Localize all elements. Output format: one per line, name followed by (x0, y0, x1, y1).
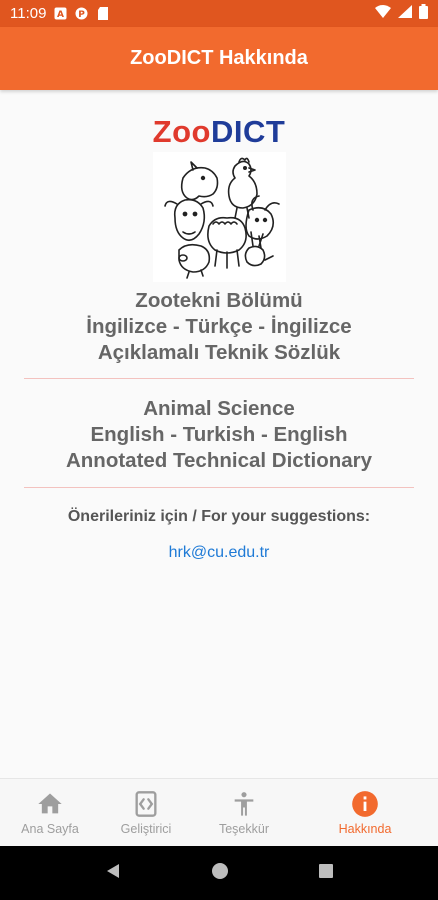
system-navigation-bar (0, 846, 438, 900)
recents-icon[interactable] (318, 863, 334, 884)
nav-label-home: Ana Sayfa (21, 822, 79, 836)
signal-icon (398, 5, 412, 22)
turkish-line-3: Açıklamalı Teknik Sözlük (97, 341, 341, 364)
nav-label-thanks: Teşekkür (218, 822, 270, 836)
info-icon (352, 791, 378, 817)
battery-icon (419, 4, 428, 23)
english-description: Animal Science English - Turkish - Engli… (0, 396, 438, 474)
english-line-3: Annotated Technical Dictionary (65, 449, 373, 472)
app-logo-title: ZooDICT (0, 114, 438, 150)
a-icon: A (54, 7, 67, 20)
status-bar: 11:09 A P (0, 0, 438, 27)
nav-item-developer[interactable]: Geliştirici (96, 779, 196, 847)
app-bar-title: ZooDICT Hakkında (130, 47, 308, 69)
back-icon[interactable] (104, 862, 122, 885)
about-content: ZooDICT Zootekni Bölümü İngilizce - Türk… (0, 90, 438, 778)
home-icon (38, 793, 62, 814)
nav-item-home[interactable]: Ana Sayfa (0, 779, 100, 847)
logo-zoo-text: Zoo (152, 114, 211, 149)
nav-item-about[interactable]: Hakkında (315, 779, 415, 847)
sd-card-icon (96, 7, 109, 20)
svg-text:P: P (79, 10, 86, 20)
svg-text:A: A (57, 10, 64, 20)
nav-label-about: Hakkında (338, 822, 392, 836)
english-line-2: English - Turkish - English (90, 423, 348, 446)
turkish-description: Zootekni Bölümü İngilizce - Türkçe - İng… (0, 288, 438, 366)
home-circle-icon[interactable] (211, 862, 229, 885)
turkish-line-2: İngilizce - Türkçe - İngilizce (86, 315, 352, 338)
wifi-icon (375, 5, 391, 22)
nav-label-developer: Geliştirici (120, 822, 172, 836)
turkish-line-1: Zootekni Bölümü (135, 289, 303, 312)
logo-dict-text: DICT (210, 114, 286, 149)
app-bar: ZooDICT Hakkında (0, 27, 438, 90)
animals-illustration (153, 152, 286, 282)
divider (24, 378, 414, 379)
nav-item-thanks[interactable]: Teşekkür (194, 779, 294, 847)
p-icon: P (75, 7, 88, 20)
status-time: 11:09 (10, 5, 47, 22)
divider (24, 487, 414, 488)
email-link[interactable]: hrk@cu.edu.tr (0, 544, 438, 562)
english-line-1: Animal Science (143, 397, 295, 420)
suggestions-label: Önerileriniz için / For your suggestions… (67, 508, 371, 525)
person-icon (234, 792, 254, 816)
bottom-navigation: Ana Sayfa Geliştirici Teşekkür Hakkında (0, 778, 438, 847)
code-icon (135, 791, 157, 817)
